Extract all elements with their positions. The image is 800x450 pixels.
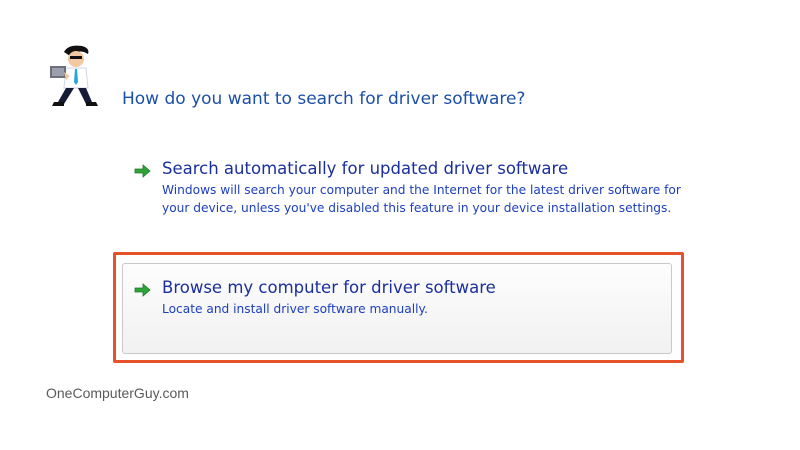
dialog-heading: How do you want to search for driver sof… (122, 89, 526, 109)
highlight-box (113, 252, 684, 363)
option-title: Search automatically for updated driver … (162, 159, 569, 178)
search-automatically-option[interactable]: Search automatically for updated driver … (134, 158, 681, 217)
green-arrow-icon (134, 164, 151, 178)
watermark: OneComputerGuy.com (46, 385, 189, 401)
site-logo-icon (50, 45, 98, 106)
option-description: Windows will search your computer and th… (162, 183, 681, 215)
